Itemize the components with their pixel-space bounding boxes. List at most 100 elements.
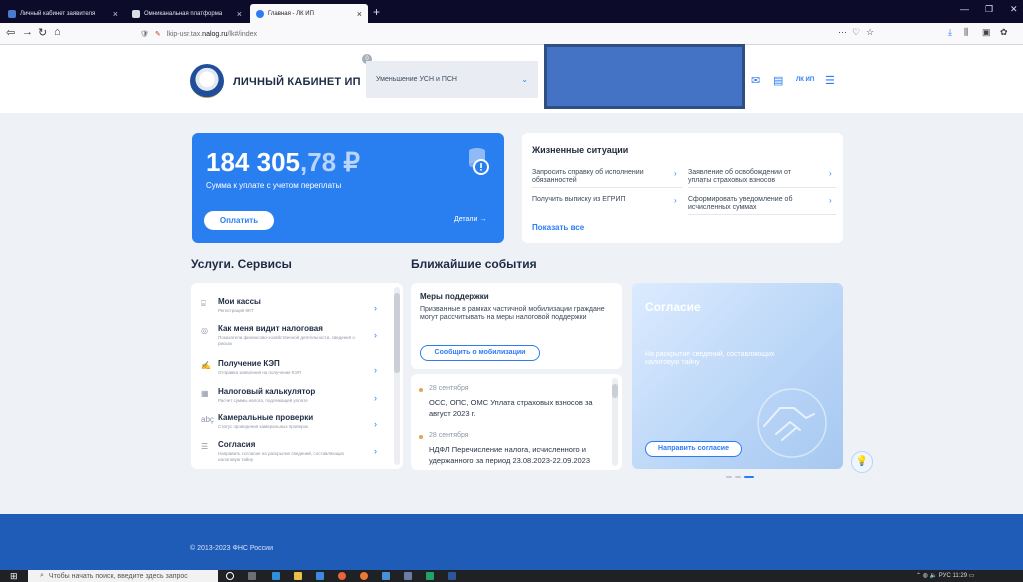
lightbulb-icon[interactable]: 💡 xyxy=(851,451,873,473)
carousel-dot-active[interactable] xyxy=(744,476,754,478)
clock[interactable]: 11:29 xyxy=(952,573,967,579)
carousel-dots[interactable] xyxy=(726,476,756,479)
chevron-right-icon[interactable]: › xyxy=(674,169,677,178)
app-icon[interactable] xyxy=(404,572,412,580)
chevron-down-icon: ⌄ xyxy=(521,75,528,84)
sidebar-icon[interactable]: ▣ xyxy=(982,27,991,38)
windows-start-icon[interactable]: ⊞ xyxy=(10,571,18,582)
divider xyxy=(688,214,836,215)
chat-icon[interactable]: ▤ xyxy=(773,74,783,87)
address-bar[interactable]: 🛡 ✎ lkip-usr.tax. nalog.ru/lk#/index xyxy=(140,26,900,42)
life-item[interactable]: Сформировать уведомление об исчисленных … xyxy=(688,196,816,212)
lk-ip-label[interactable]: ЛК ИП xyxy=(796,77,814,83)
service-item-my-cash-registers[interactable]: ⌸ Мои кассы Регистрация ККТ › xyxy=(191,295,391,325)
coins-icon xyxy=(469,148,489,175)
network-icon[interactable]: ◍ xyxy=(923,573,928,579)
tax-regime-value: Уменьшение УСН и ПСН xyxy=(376,76,457,83)
scrollbar-thumb[interactable] xyxy=(612,384,618,398)
tab-label: Омниканальная платформа xyxy=(144,10,223,17)
store-icon[interactable] xyxy=(316,572,324,580)
services-list: ⌸ Мои кассы Регистрация ККТ › ◎ Как меня… xyxy=(191,283,403,469)
life-item[interactable]: Получить выписку из ЕГРИП xyxy=(532,196,660,204)
divider xyxy=(688,187,836,188)
files-icon[interactable] xyxy=(294,572,302,580)
close-icon[interactable]: × xyxy=(237,9,242,19)
details-link[interactable]: Детали → xyxy=(454,216,486,223)
life-item[interactable]: Запросить справку об исполнении обязанно… xyxy=(532,169,660,185)
taskbar-search-input[interactable]: ⌕ Чтобы начать поиск, введите здесь запр… xyxy=(28,570,218,582)
task-view-icon[interactable] xyxy=(248,572,256,580)
brand-title[interactable]: ЛИЧНЫЙ КАБИНЕТ ИП xyxy=(233,76,361,88)
explorer-icon[interactable] xyxy=(272,572,280,580)
audit-icon: abç xyxy=(201,415,214,424)
download-icon[interactable]: ⤓ xyxy=(948,27,952,38)
close-icon[interactable]: × xyxy=(113,9,118,19)
library-icon[interactable]: ⫼ xyxy=(964,27,968,38)
menu-icon[interactable]: ☰ xyxy=(825,74,835,87)
excel-icon[interactable] xyxy=(426,572,434,580)
taskbar-search-placeholder: Чтобы начать поиск, введите здесь запрос xyxy=(48,572,188,580)
services-scrollbar[interactable] xyxy=(394,287,400,465)
chevron-right-icon[interactable]: › xyxy=(829,196,832,205)
service-item-consents[interactable]: ☰ Согласия Направить согласие на раскрыт… xyxy=(191,438,391,468)
service-name: Получение КЭП xyxy=(218,359,280,368)
windows-taskbar: ⊞ ⌕ Чтобы начать поиск, введите здесь за… xyxy=(0,570,1023,582)
carousel-dot[interactable] xyxy=(726,476,732,478)
show-all-link[interactable]: Показать все xyxy=(532,223,584,232)
window-close-icon[interactable]: ✕ xyxy=(1010,4,1018,15)
service-description: Показатели финансово-хозяйственной деяте… xyxy=(218,335,355,346)
new-tab-icon[interactable]: + xyxy=(373,5,380,19)
report-mobilization-button[interactable]: Сообщить о мобилизации xyxy=(420,345,540,361)
life-item[interactable]: Заявление об освобождении от уплаты стра… xyxy=(688,169,816,185)
close-icon[interactable]: × xyxy=(357,9,362,19)
mail-icon[interactable]: ✉ xyxy=(751,74,760,87)
support-text: Призванные в рамках частичной мобилизаци… xyxy=(420,306,605,321)
bookmark-star-icon[interactable]: ☆ xyxy=(866,27,874,38)
firefox-icon[interactable] xyxy=(338,572,346,580)
system-tray: ⌃ ◍ 🔈 РУС 11:29 ▭ xyxy=(916,572,974,579)
url-host: nalog.ru xyxy=(202,30,228,38)
maximize-icon[interactable]: ❐ xyxy=(985,4,993,15)
carousel-dot[interactable] xyxy=(735,476,741,478)
reload-icon[interactable]: ↻ xyxy=(38,26,47,39)
divider xyxy=(532,187,682,188)
service-item-desk-audits[interactable]: abç Камеральные проверки Статус проведен… xyxy=(191,411,391,441)
volume-icon[interactable]: 🔈 xyxy=(930,573,937,579)
notifications-icon[interactable]: ▭ xyxy=(969,573,975,579)
pocket-icon[interactable]: ♡ xyxy=(852,27,860,38)
browser-tab-2[interactable]: Омниканальная платформа × xyxy=(126,4,248,23)
service-item-get-signature[interactable]: ✍ Получение КЭП Отправка заявления на по… xyxy=(191,357,391,387)
language-indicator[interactable]: РУС xyxy=(939,573,951,579)
extensions-icon[interactable]: ✿ xyxy=(1000,27,1008,38)
minimize-icon[interactable]: — xyxy=(960,4,969,14)
chevron-right-icon[interactable]: › xyxy=(674,196,677,205)
service-description: Направить согласие на раскрытие сведений… xyxy=(218,451,345,462)
fns-logo[interactable] xyxy=(190,64,224,98)
page-actions-icon[interactable]: ⋯ xyxy=(838,27,847,38)
tray-arrow-icon[interactable]: ⌃ xyxy=(916,573,921,579)
balance-amount: 184 305,78 ₽ xyxy=(206,147,360,178)
service-item-tax-view[interactable]: ◎ Как меня видит налоговая Показатели фи… xyxy=(191,322,391,352)
service-description: Статус проведения камеральных проверок xyxy=(218,424,309,429)
tax-regime-select[interactable]: Уменьшение УСН и ПСН ⌄ xyxy=(366,61,538,98)
events-scrollbar[interactable] xyxy=(612,378,618,466)
browser-tab-3[interactable]: Главная - ЛК ИП × xyxy=(250,4,368,23)
scrollbar-thumb[interactable] xyxy=(394,293,400,373)
home-icon[interactable]: ⌂ xyxy=(54,26,61,38)
yandex-icon[interactable] xyxy=(360,572,368,580)
word-icon[interactable] xyxy=(448,572,456,580)
app-icon[interactable] xyxy=(382,572,390,580)
send-consent-button[interactable]: Направить согласие xyxy=(645,441,742,457)
chevron-right-icon: › xyxy=(374,393,377,403)
browser-tab-1[interactable]: Личный кабинет заявителя × xyxy=(2,4,124,23)
chevron-right-icon[interactable]: › xyxy=(829,169,832,178)
forward-icon[interactable]: → xyxy=(22,26,33,38)
balance-caption: Сумма к уплате с учетом переплаты xyxy=(206,181,342,190)
back-icon[interactable]: ⇦ xyxy=(6,26,15,39)
pay-button[interactable]: Оплатить xyxy=(204,211,274,230)
services-section-title: Услуги. Сервисы xyxy=(191,257,292,271)
support-title: Меры поддержки xyxy=(420,292,489,301)
favicon-icon xyxy=(132,9,140,18)
service-description: Расчет суммы налога, подлежащей уплате xyxy=(218,398,308,403)
cortana-icon[interactable] xyxy=(226,572,234,580)
